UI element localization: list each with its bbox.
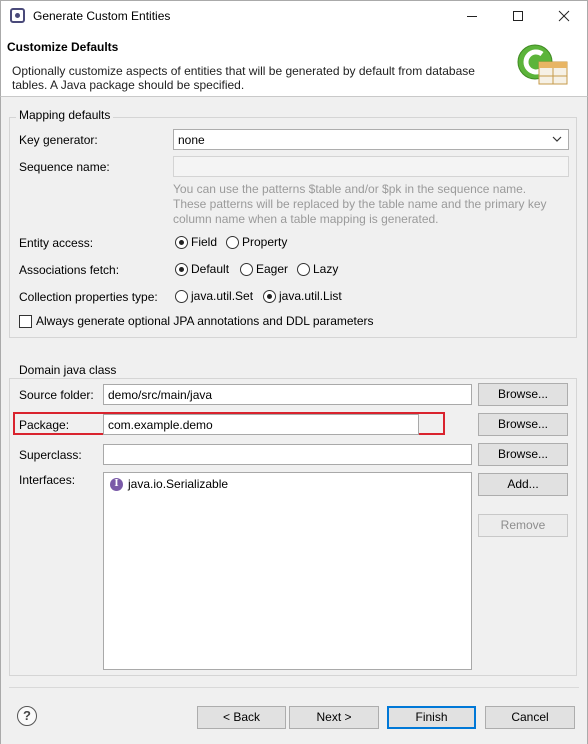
entity-access-property-label: Property xyxy=(242,235,288,249)
key-generator-label: Key generator: xyxy=(19,133,98,147)
finish-button[interactable]: Finish xyxy=(387,706,476,729)
source-folder-label: Source folder: xyxy=(19,388,94,402)
radio-unselected-icon xyxy=(297,262,310,276)
collection-set-label: java.util.Set xyxy=(191,289,254,303)
fetch-eager-label: Eager xyxy=(256,262,289,276)
key-generator-value: none xyxy=(178,133,205,147)
cancel-button[interactable]: Cancel xyxy=(485,706,575,729)
interface-name: java.io.Serializable xyxy=(128,477,229,491)
optional-jpa-checkbox[interactable]: Always generate optional JPA annotations… xyxy=(19,314,374,328)
mapping-defaults-group xyxy=(9,117,577,338)
entity-access-label: Entity access: xyxy=(19,236,94,250)
maximize-icon xyxy=(513,10,523,21)
collection-set-radio[interactable]: java.util.Set xyxy=(175,289,253,303)
footer-separator xyxy=(9,687,579,688)
radio-selected-icon xyxy=(175,262,188,276)
interfaces-list[interactable]: I java.io.Serializable xyxy=(103,472,472,670)
back-button[interactable]: < Back xyxy=(197,706,286,729)
radio-unselected-icon xyxy=(175,289,188,303)
source-folder-browse-button[interactable]: Browse... xyxy=(478,383,568,406)
entity-access-field-radio[interactable]: Field xyxy=(175,235,217,249)
superclass-input[interactable] xyxy=(103,444,472,465)
sequence-hint-line3: column name when a table mapping is gene… xyxy=(173,212,439,226)
package-input[interactable]: com.example.demo xyxy=(103,414,419,435)
checkbox-unchecked-icon xyxy=(19,314,32,328)
collection-type-label: Collection properties type: xyxy=(19,290,158,304)
interface-icon: I xyxy=(110,477,123,491)
eclipse-app-icon xyxy=(10,8,25,23)
interfaces-label: Interfaces: xyxy=(19,473,76,487)
associations-fetch-label: Associations fetch: xyxy=(19,263,120,277)
sequence-name-input[interactable] xyxy=(173,156,569,177)
source-folder-input[interactable]: demo/src/main/java xyxy=(103,384,472,405)
radio-selected-icon xyxy=(263,289,276,303)
chevron-down-icon xyxy=(552,136,562,142)
collection-list-label: java.util.List xyxy=(279,289,342,303)
sequence-hint-line1: You can use the patterns $table and/or $… xyxy=(173,182,527,196)
wizard-content: Mapping defaults Key generator: none Seq… xyxy=(0,97,588,744)
minimize-icon xyxy=(467,15,477,17)
minimize-button[interactable] xyxy=(449,1,495,30)
title-bar: Generate Custom Entities xyxy=(0,0,588,30)
fetch-default-label: Default xyxy=(191,262,230,276)
sequence-hint-line2: These patterns will be replaced by the t… xyxy=(173,197,547,211)
close-button[interactable] xyxy=(541,1,587,30)
wizard-logo-icon xyxy=(517,44,568,85)
page-title: Customize Defaults xyxy=(7,40,119,54)
sequence-name-label: Sequence name: xyxy=(19,160,110,174)
entity-access-property-radio[interactable]: Property xyxy=(226,235,287,249)
wizard-header: Customize Defaults Optionally customize … xyxy=(0,30,588,97)
superclass-label: Superclass: xyxy=(19,448,82,462)
page-description: Optionally customize aspects of entities… xyxy=(12,64,475,92)
domain-class-label: Domain java class xyxy=(16,363,120,377)
radio-unselected-icon xyxy=(240,262,253,276)
add-interface-button[interactable]: Add... xyxy=(478,473,568,496)
close-icon xyxy=(558,10,570,22)
mapping-defaults-label: Mapping defaults xyxy=(16,108,114,122)
fetch-eager-radio[interactable]: Eager xyxy=(240,262,288,276)
window-title: Generate Custom Entities xyxy=(33,9,171,23)
next-button[interactable]: Next > xyxy=(289,706,379,729)
entity-access-field-label: Field xyxy=(191,235,218,249)
fetch-lazy-radio[interactable]: Lazy xyxy=(297,262,338,276)
radio-selected-icon xyxy=(175,235,188,249)
fetch-lazy-label: Lazy xyxy=(313,262,339,276)
optional-jpa-label: Always generate optional JPA annotations… xyxy=(36,314,374,328)
package-label: Package: xyxy=(19,418,70,432)
help-icon[interactable]: ? xyxy=(17,706,37,726)
package-browse-button[interactable]: Browse... xyxy=(478,413,568,436)
radio-unselected-icon xyxy=(226,235,239,249)
list-item[interactable]: I java.io.Serializable xyxy=(110,477,228,491)
key-generator-select[interactable]: none xyxy=(173,129,569,150)
collection-list-radio[interactable]: java.util.List xyxy=(263,289,342,303)
fetch-default-radio[interactable]: Default xyxy=(175,262,229,276)
maximize-button[interactable] xyxy=(495,1,541,30)
superclass-browse-button[interactable]: Browse... xyxy=(478,443,568,466)
remove-interface-button[interactable]: Remove xyxy=(478,514,568,537)
